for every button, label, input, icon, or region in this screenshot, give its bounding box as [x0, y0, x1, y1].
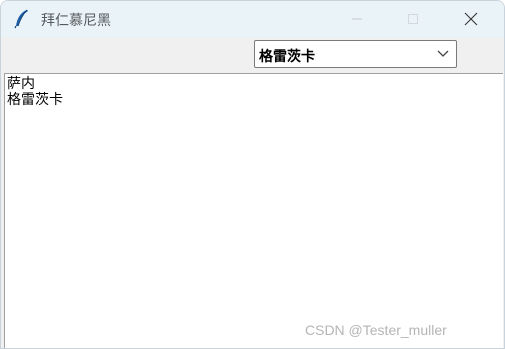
- close-icon: [464, 12, 478, 26]
- watermark: CSDN @Tester_muller: [305, 322, 447, 338]
- text-line: 格雷茨卡: [7, 92, 63, 108]
- feather-icon: [14, 9, 28, 29]
- window-title: 拜仁慕尼黑: [41, 13, 111, 29]
- combobox-selected-value: 格雷茨卡: [259, 49, 315, 65]
- title-bar[interactable]: 拜仁慕尼黑: [1, 1, 504, 37]
- chevron-down-icon[interactable]: [436, 49, 450, 59]
- maximize-icon: [408, 14, 418, 24]
- text-area[interactable]: 萨内 格雷茨卡: [4, 73, 503, 348]
- app-window: 拜仁慕尼黑 格雷茨卡 萨内 格雷茨卡 CSDN @Tester_muller: [0, 0, 505, 349]
- player-combobox[interactable]: 格雷茨卡: [254, 40, 457, 68]
- toolbar: 格雷茨卡: [1, 37, 504, 73]
- text-line: 萨内: [7, 76, 35, 92]
- maximize-button[interactable]: [390, 1, 436, 37]
- minimize-icon: [352, 18, 362, 20]
- minimize-button[interactable]: [334, 1, 380, 37]
- close-button[interactable]: [448, 1, 494, 37]
